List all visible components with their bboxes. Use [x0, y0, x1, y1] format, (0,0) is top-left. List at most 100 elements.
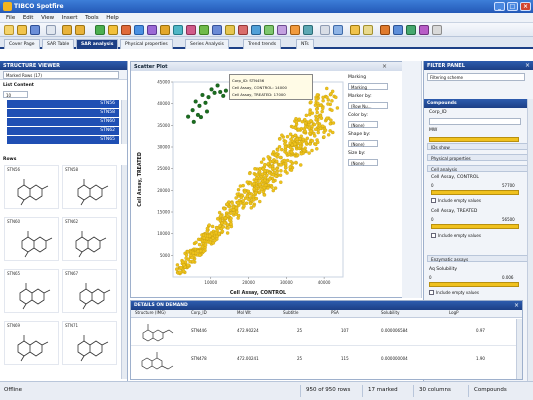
marked-data-point — [221, 93, 226, 98]
pie-chart-icon[interactable] — [160, 25, 170, 35]
graphical-table-icon[interactable] — [238, 25, 248, 35]
menu-file[interactable]: File — [6, 15, 15, 21]
menu-tools[interactable]: Tools — [85, 15, 99, 21]
molecule-cell[interactable]: STN58 — [62, 165, 117, 209]
print-icon[interactable] — [46, 25, 56, 35]
box-plot-icon[interactable] — [290, 25, 300, 35]
filter-search-input[interactable]: Filtering scheme — [427, 73, 525, 81]
tree-map-icon[interactable] — [199, 25, 209, 35]
text-area-icon[interactable] — [264, 25, 274, 35]
menu-view[interactable]: View — [41, 15, 54, 21]
molecule-cell[interactable]: STN67 — [62, 269, 117, 313]
list-item[interactable]: STN60 — [7, 118, 119, 126]
save-icon[interactable] — [30, 25, 40, 35]
menu-help[interactable]: Help — [106, 15, 119, 21]
table-row[interactable]: STN478 472.00241 25 115 0.000000004 1.90 — [131, 347, 522, 374]
list-item[interactable]: STN65 — [7, 136, 119, 144]
enzymatic-assays-section[interactable]: Enzymatic assays — [427, 255, 530, 262]
close-icon[interactable]: × — [514, 302, 519, 309]
cross-table-icon[interactable] — [225, 25, 235, 35]
column-header[interactable]: Solubility — [381, 310, 399, 317]
menu-insert[interactable]: Insert — [62, 15, 78, 21]
heat-map-icon[interactable] — [173, 25, 183, 35]
molecule-cell[interactable]: STN56 — [4, 165, 59, 209]
list-scrollbar[interactable] — [121, 100, 127, 144]
molecule-cell[interactable]: STN62 — [62, 217, 117, 261]
molecule-cell[interactable]: STN60 — [4, 217, 59, 261]
filter-icon[interactable] — [320, 25, 330, 35]
treated-range-slider[interactable] — [431, 224, 519, 229]
size-by-dropdown[interactable]: (None) — [348, 159, 378, 166]
tab-series-analysis[interactable]: Series Analysis — [185, 39, 229, 49]
bar-chart-icon[interactable] — [108, 25, 118, 35]
tab-sar-table[interactable]: SAR Table — [42, 39, 75, 49]
map-chart-icon[interactable] — [251, 25, 261, 35]
menu-edit[interactable]: Edit — [23, 15, 34, 21]
zoom-icon[interactable] — [363, 25, 373, 35]
column-header[interactable]: PSA — [331, 310, 339, 317]
physical-properties-section[interactable]: Physical properties — [427, 154, 530, 161]
new-icon[interactable] — [4, 25, 14, 35]
list-number-field[interactable]: 10 — [3, 91, 28, 98]
maximize-button[interactable]: □ — [507, 2, 518, 11]
line-chart-icon[interactable] — [121, 25, 131, 35]
tab-nts[interactable]: NTs — [296, 39, 314, 49]
undo-icon[interactable] — [62, 25, 72, 35]
tab-sar-analysis[interactable]: SAR analysis — [76, 39, 119, 49]
column-header[interactable]: LogP — [449, 310, 459, 317]
column-header[interactable]: Structure (IMG) — [135, 310, 166, 317]
summary-table-icon[interactable] — [212, 25, 222, 35]
collaboration-icon[interactable] — [393, 25, 403, 35]
column-header[interactable]: Subtitle — [283, 310, 298, 317]
rows-dropdown[interactable]: Marked Rows (17) — [3, 71, 119, 79]
structure-viewer-icon[interactable] — [277, 25, 287, 35]
molecule-scrollbar[interactable] — [121, 165, 127, 379]
molecule-cell[interactable]: STN69 — [4, 321, 59, 365]
include-empty-checkbox[interactable] — [431, 233, 436, 238]
control-range-slider[interactable] — [431, 190, 519, 195]
scatter-plot-icon[interactable] — [134, 25, 144, 35]
ids-section[interactable]: IDs show — [427, 143, 530, 150]
include-empty-checkbox[interactable] — [431, 198, 436, 203]
histogram-icon[interactable] — [303, 25, 313, 35]
molecule-cell[interactable]: STN65 — [4, 269, 59, 313]
data-point — [325, 116, 329, 120]
open-folder-icon[interactable] — [17, 25, 27, 35]
details-scrollbar[interactable] — [516, 319, 522, 379]
lists-icon[interactable] — [419, 25, 429, 35]
details-icon[interactable] — [333, 25, 343, 35]
lasso-icon[interactable] — [350, 25, 360, 35]
close-icon[interactable]: × — [525, 62, 530, 69]
column-header[interactable]: Mol Wt — [237, 310, 251, 317]
close-window-button[interactable]: × — [520, 2, 531, 11]
redo-icon[interactable] — [75, 25, 85, 35]
tags-icon[interactable] — [406, 25, 416, 35]
molecule-cell[interactable]: STN71 — [62, 321, 117, 365]
3d-scatter-icon[interactable] — [147, 25, 157, 35]
color-by-dropdown[interactable]: (None) — [348, 121, 378, 128]
table-name[interactable]: Compounds — [474, 387, 507, 393]
bookmark-icon[interactable] — [380, 25, 390, 35]
column-header[interactable]: Corp_ID — [191, 310, 207, 317]
options-icon[interactable] — [432, 25, 442, 35]
shape-by-dropdown[interactable]: (None) — [348, 140, 378, 147]
minimize-button[interactable]: _ — [494, 2, 505, 11]
tab-physical-properties[interactable]: Physical properties — [120, 39, 173, 49]
tab-cover-page[interactable]: Cover Page — [4, 39, 40, 49]
tab-trend-trends[interactable]: Trend trends — [243, 39, 282, 49]
include-empty-checkbox[interactable] — [429, 290, 434, 295]
solubility-range-slider[interactable] — [429, 282, 519, 287]
list-item[interactable]: STN58 — [7, 109, 119, 117]
mw-range-slider[interactable] — [429, 137, 519, 142]
filter-scrollbar[interactable] — [527, 99, 533, 381]
close-icon[interactable]: × — [382, 63, 387, 70]
list-item[interactable]: STN56 — [7, 100, 119, 108]
list-item[interactable]: STN62 — [7, 127, 119, 135]
table-icon[interactable] — [95, 25, 105, 35]
cell-analysis-section[interactable]: Cell analysis — [427, 165, 530, 172]
marking-dropdown[interactable]: Marking — [348, 83, 388, 90]
parallel-coordinates-icon[interactable] — [186, 25, 196, 35]
marker-by-dropdown[interactable]: (Row Nu... — [348, 102, 388, 109]
corp-id-search[interactable] — [429, 118, 521, 125]
table-row[interactable]: STN446 472.90224 25 107 0.000006584 0.97 — [131, 319, 522, 346]
